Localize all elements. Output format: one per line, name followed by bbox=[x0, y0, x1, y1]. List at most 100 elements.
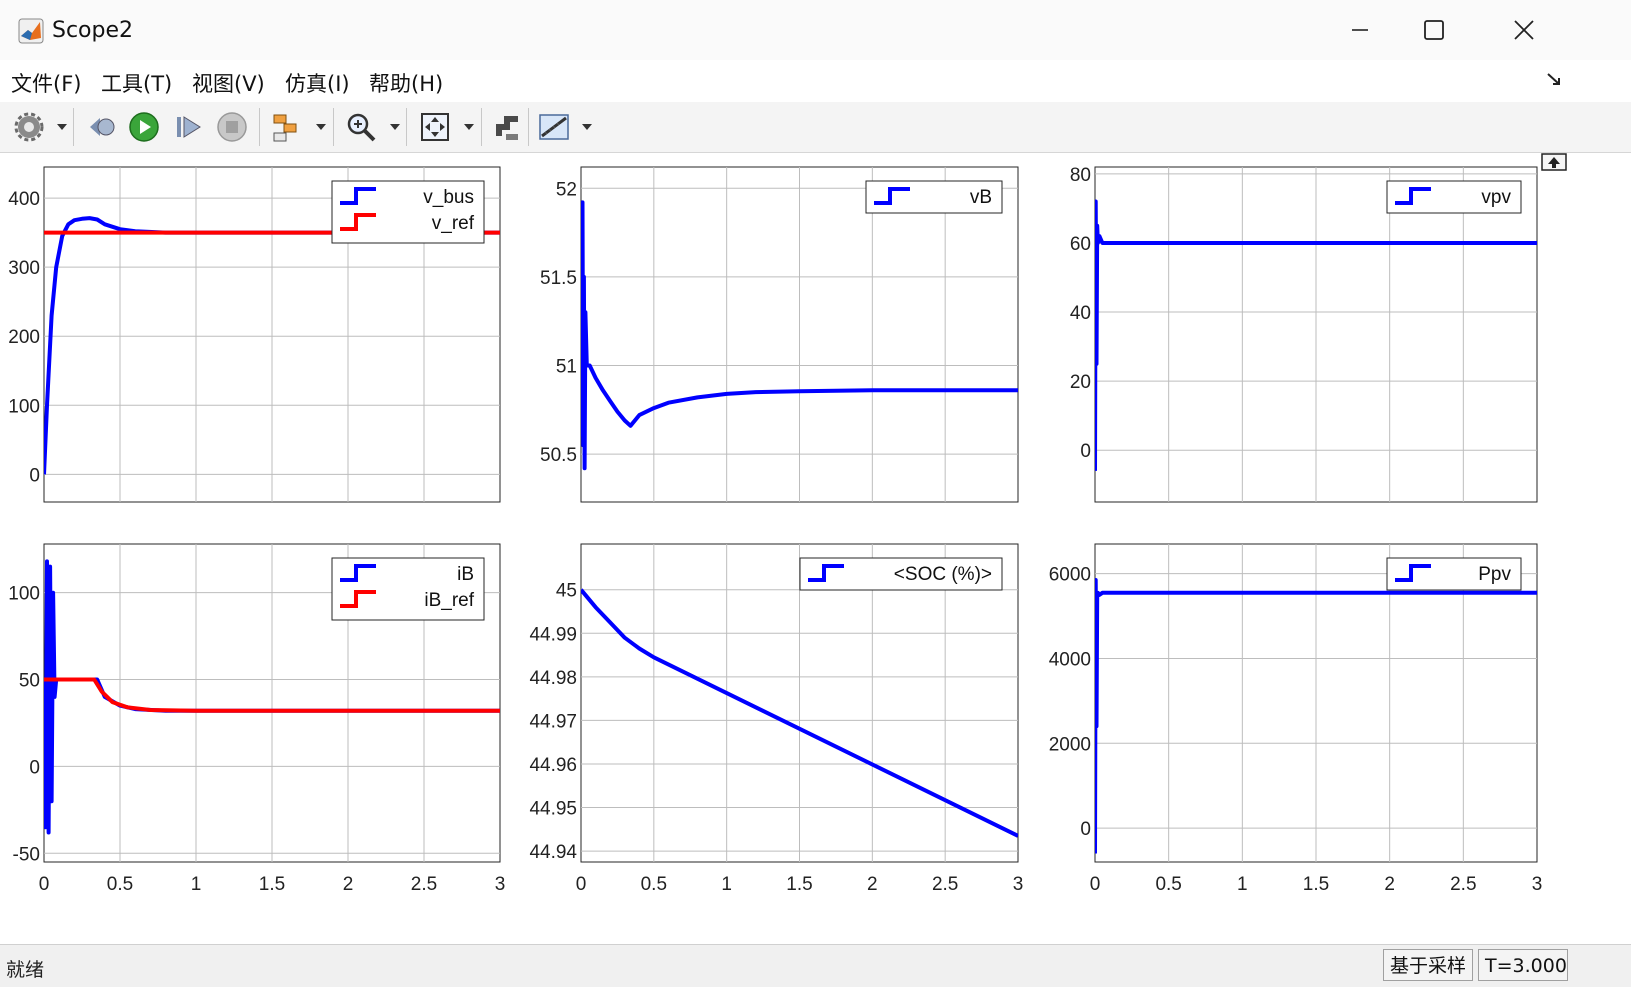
y-tick-label: 44.95 bbox=[529, 799, 577, 820]
maximize-button[interactable] bbox=[1404, 10, 1464, 50]
menu-simulation[interactable]: 仿真(I) bbox=[285, 68, 350, 98]
y-tick-label: 2000 bbox=[1049, 734, 1091, 755]
y-tick-label: 0 bbox=[29, 465, 40, 486]
plot-axes-2[interactable]: 50.5 51 51.5 52 vB bbox=[540, 166, 1019, 503]
close-button[interactable] bbox=[1494, 10, 1554, 50]
x-tick-label: 2.5 bbox=[411, 874, 437, 895]
y-tick-label: 52 bbox=[556, 179, 577, 200]
legend-label: v_bus bbox=[423, 187, 474, 208]
x-tick-label: 1 bbox=[191, 874, 202, 895]
scope-display-area: 0 100 200 300 400 v_bus v_ref 50.5 51 51.5 52 vB 0 20… bbox=[0, 153, 1631, 939]
autoscale-icon[interactable] bbox=[418, 110, 452, 144]
close-icon bbox=[1514, 20, 1534, 40]
measurements-dropdown-icon[interactable] bbox=[582, 124, 592, 130]
window-title: Scope2 bbox=[52, 18, 134, 43]
y-tick-label: 100 bbox=[8, 396, 40, 417]
y-tick-label: 60 bbox=[1070, 234, 1091, 255]
x-tick-label: 3 bbox=[495, 874, 506, 895]
step-back-icon[interactable] bbox=[84, 110, 118, 144]
legend-label: vpv bbox=[1481, 187, 1511, 208]
legend[interactable]: vB bbox=[865, 180, 1003, 214]
minimize-button[interactable] bbox=[1330, 10, 1390, 50]
minimize-icon bbox=[1352, 29, 1368, 31]
legend[interactable]: iB iB_ref bbox=[331, 557, 485, 621]
x-tick-label: 2.5 bbox=[1450, 874, 1476, 895]
toolbar-separator bbox=[528, 108, 529, 146]
x-tick-label: 1 bbox=[1237, 874, 1248, 895]
y-tick-label: 300 bbox=[8, 258, 40, 279]
x-tick-label: 0.5 bbox=[1155, 874, 1181, 895]
x-tick-label: 3 bbox=[1532, 874, 1543, 895]
toolbar-separator bbox=[73, 108, 74, 146]
signal-selector-dropdown-icon[interactable] bbox=[316, 124, 326, 130]
y-tick-label: 50 bbox=[19, 671, 40, 692]
x-tick-label: 0 bbox=[1090, 874, 1101, 895]
autoscale-dropdown-icon[interactable] bbox=[464, 124, 474, 130]
y-tick-label: 0 bbox=[29, 757, 40, 778]
y-tick-label: 40 bbox=[1070, 303, 1091, 324]
x-tick-label: 1.5 bbox=[1303, 874, 1329, 895]
sample-mode-indicator: 基于采样 bbox=[1383, 949, 1473, 981]
menu-view[interactable]: 视图(V) bbox=[192, 68, 265, 98]
x-tick-label: 0 bbox=[576, 874, 587, 895]
x-tick-label: 0.5 bbox=[641, 874, 667, 895]
x-tick-label: 1.5 bbox=[786, 874, 812, 895]
legend[interactable]: <SOC (%)> bbox=[799, 557, 1003, 591]
plot-axes-3[interactable]: 0 20 40 60 80 vpv bbox=[1070, 165, 1538, 503]
y-tick-label: 0 bbox=[1080, 819, 1091, 840]
plot-axes-4[interactable]: 0 0.5 1 1.5 2 2.5 3 -50 0 50 100 iB iB_ref bbox=[8, 543, 506, 895]
settings-dropdown-icon[interactable] bbox=[57, 124, 67, 130]
run-icon[interactable] bbox=[127, 110, 161, 144]
legend-label: iB_ref bbox=[424, 590, 474, 611]
toolbar-separator bbox=[259, 108, 260, 146]
matlab-logo-icon bbox=[18, 18, 44, 44]
legend-label: vB bbox=[970, 187, 992, 208]
y-tick-label: 0 bbox=[1080, 441, 1091, 462]
step-forward-icon[interactable] bbox=[172, 110, 206, 144]
menu-tools[interactable]: 工具(T) bbox=[101, 68, 172, 98]
scope-plots: 0100200300400 v_busv_ref50.55151.552 vB020… bbox=[8, 165, 1543, 895]
y-tick-label: 200 bbox=[8, 327, 40, 348]
y-tick-label: 50.5 bbox=[540, 445, 577, 466]
y-tick-label: 6000 bbox=[1049, 565, 1091, 586]
plot-axes-5[interactable]: 0 0.5 1 1.5 2 2.5 3 44.94 44.95 44.96 44.97 44.98 44… bbox=[529, 543, 1023, 895]
y-tick-label: -50 bbox=[13, 844, 40, 865]
status-bar: 就绪 基于采样 T=3.000 bbox=[0, 944, 1631, 987]
settings-icon[interactable] bbox=[12, 110, 46, 144]
x-tick-label: 2 bbox=[1384, 874, 1395, 895]
y-tick-label: 51.5 bbox=[540, 268, 577, 289]
measurements-icon[interactable] bbox=[537, 110, 571, 144]
signal-selector-icon[interactable] bbox=[270, 110, 304, 144]
restore-toolbar-icon[interactable] bbox=[1541, 153, 1567, 171]
y-tick-label: 80 bbox=[1070, 165, 1091, 186]
zoom-icon[interactable] bbox=[344, 110, 378, 144]
toolbar-separator bbox=[481, 108, 482, 146]
undock-arrow-icon[interactable] bbox=[1545, 70, 1563, 88]
toolbar-separator bbox=[333, 108, 334, 146]
legend[interactable]: vpv bbox=[1386, 180, 1522, 214]
stop-icon[interactable] bbox=[215, 110, 249, 144]
plot-axes-6[interactable]: 0 0.5 1 1.5 2 2.5 3 0 2000 4000 6000 Ppv bbox=[1049, 543, 1543, 895]
plot-axes-1[interactable]: 0 100 200 300 400 v_bus v_ref bbox=[8, 166, 501, 503]
menu-help[interactable]: 帮助(H) bbox=[369, 68, 443, 98]
toolbar-separator bbox=[406, 108, 407, 146]
highlight-simulink-block-icon[interactable] bbox=[490, 110, 524, 144]
x-tick-label: 2.5 bbox=[932, 874, 958, 895]
x-tick-label: 2 bbox=[867, 874, 878, 895]
legend-label: <SOC (%)> bbox=[894, 564, 992, 585]
x-tick-label: 0.5 bbox=[107, 874, 133, 895]
x-tick-label: 2 bbox=[343, 874, 354, 895]
zoom-dropdown-icon[interactable] bbox=[390, 124, 400, 130]
x-tick-label: 1.5 bbox=[259, 874, 285, 895]
x-tick-label: 1 bbox=[721, 874, 732, 895]
legend-label: v_ref bbox=[432, 213, 475, 234]
y-tick-label: 44.96 bbox=[529, 755, 577, 776]
y-tick-label: 44.94 bbox=[529, 842, 577, 863]
legend[interactable]: v_bus v_ref bbox=[331, 180, 485, 244]
menu-file[interactable]: 文件(F) bbox=[11, 68, 81, 98]
toolbar bbox=[0, 102, 1631, 153]
y-tick-label: 100 bbox=[8, 584, 40, 605]
y-tick-label: 20 bbox=[1070, 372, 1091, 393]
y-tick-label: 44.99 bbox=[529, 624, 577, 645]
legend[interactable]: Ppv bbox=[1386, 557, 1522, 591]
